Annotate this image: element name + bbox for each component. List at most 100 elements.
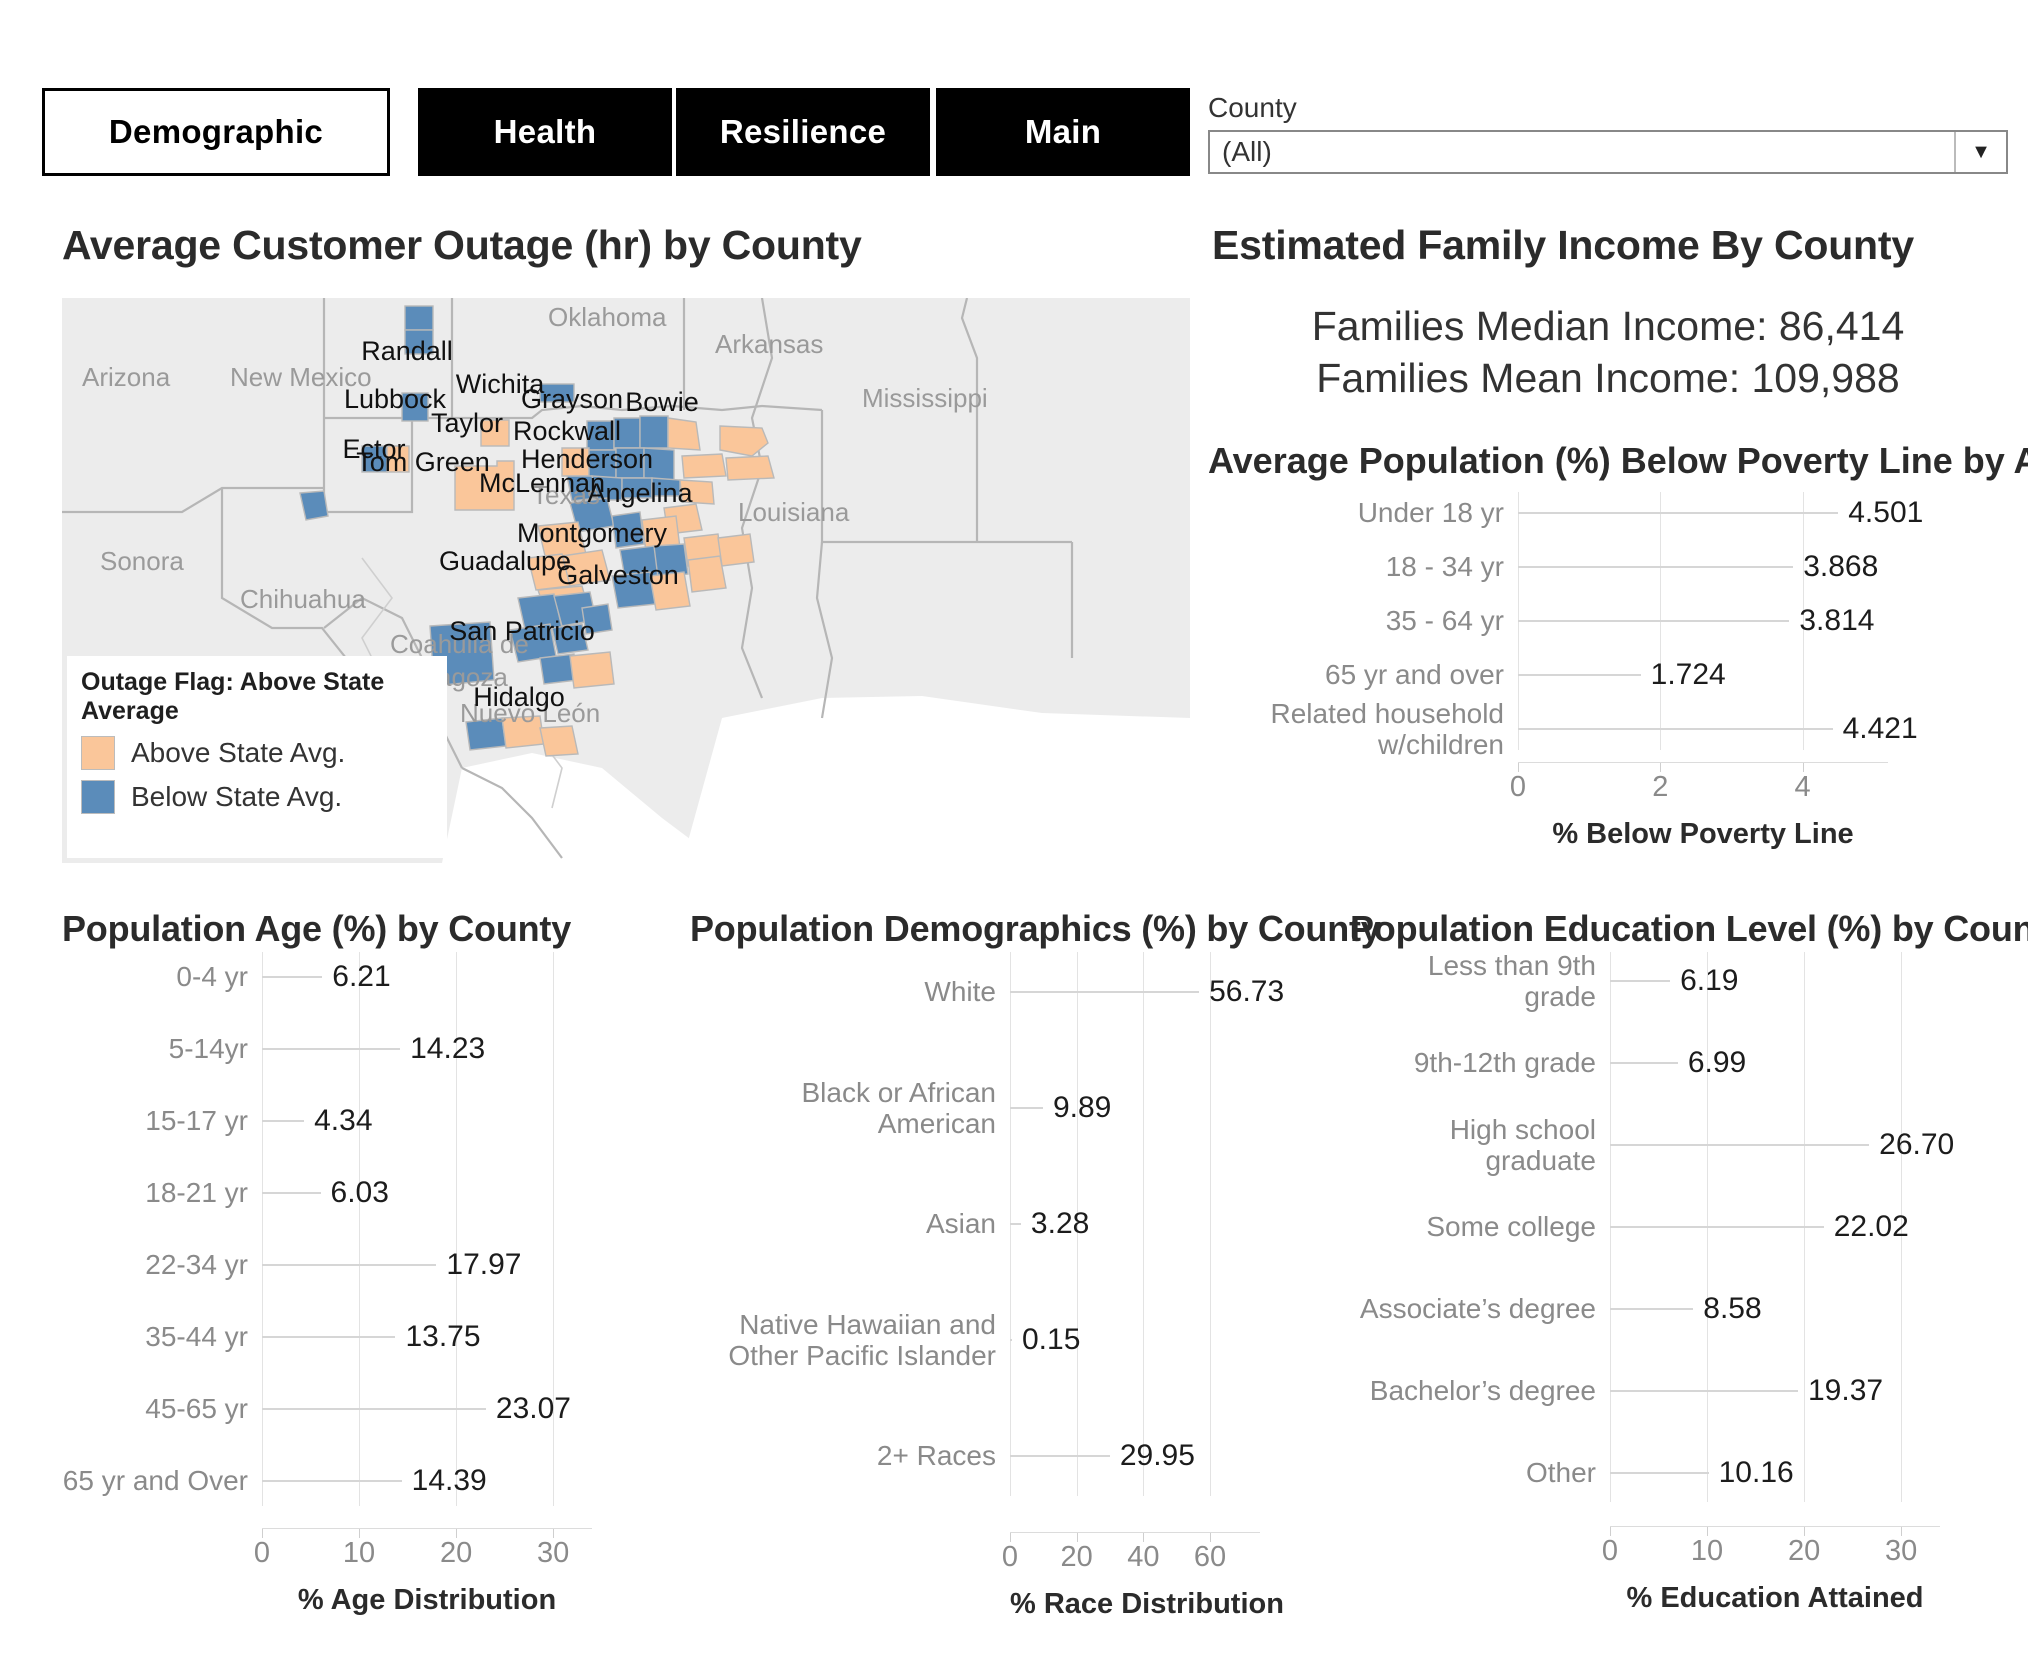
- bar-category-label: 5-14yr: [168, 1033, 248, 1065]
- education-bar-row[interactable]: Less than 9th grade 6.19: [1350, 950, 2010, 1012]
- bar[interactable]: [1010, 1223, 1021, 1225]
- poverty-bar-row[interactable]: Under 18 yr 4.501: [1208, 492, 2008, 534]
- education-bar-row[interactable]: Other 10.16: [1350, 1444, 2010, 1502]
- population-demographics-chart[interactable]: Population Demographics (%) by CountyWhi…: [690, 900, 1310, 1621]
- axis-tick-label: 10: [1690, 1535, 1724, 1567]
- tab-main[interactable]: Main: [936, 88, 1190, 176]
- bar[interactable]: [262, 1048, 401, 1050]
- map-county-label[interactable]: Taylor: [431, 408, 503, 438]
- bar[interactable]: [1518, 566, 1794, 568]
- bar[interactable]: [1010, 991, 1200, 993]
- families-median-income: Families Median Income: 86,414: [1311, 303, 1905, 349]
- top-navigation-bar: Demographic Health Resilience Main Count…: [0, 0, 2028, 190]
- bar[interactable]: [1518, 620, 1790, 622]
- bar[interactable]: [1518, 674, 1641, 676]
- poverty-bar-row[interactable]: 35 - 64 yr 3.814: [1208, 600, 2008, 642]
- bar[interactable]: [1010, 1455, 1110, 1457]
- age-bar-row[interactable]: 45-65 yr 23.07: [62, 1384, 662, 1434]
- bar[interactable]: [262, 1264, 437, 1266]
- map-county-label[interactable]: Randall: [361, 336, 453, 366]
- bar-track: 3.868: [1518, 550, 2008, 584]
- bar-value-label: 6.03: [330, 1176, 389, 1209]
- bar[interactable]: [262, 1336, 396, 1338]
- poverty-bar-row[interactable]: Related household w/children 4.421: [1208, 698, 2008, 760]
- map-county-label[interactable]: Hidalgo: [473, 682, 565, 712]
- map-county-label[interactable]: Bowie: [625, 387, 699, 417]
- age-bar-row[interactable]: 65 yr and Over 14.39: [62, 1456, 662, 1506]
- bar-value-label: 26.70: [1879, 1128, 1955, 1161]
- map-county-label[interactable]: Guadalupe: [439, 546, 571, 576]
- age-bar-row[interactable]: 5-14yr 14.23: [62, 1024, 662, 1074]
- bar[interactable]: [1518, 728, 1833, 730]
- county-filter-label: County: [1208, 92, 1297, 123]
- axis-tick-label: 20: [439, 1537, 473, 1569]
- bar[interactable]: [1610, 1308, 1694, 1310]
- bar[interactable]: [1610, 1062, 1678, 1064]
- map-county-label[interactable]: Tom Green: [356, 447, 490, 477]
- tab-resilience-label: Resilience: [719, 113, 887, 150]
- age-bar-row[interactable]: 22-34 yr 17.97: [62, 1240, 662, 1290]
- income-summary: Families Median Income: 86,414 Families …: [1208, 300, 2008, 405]
- bar[interactable]: [1610, 1472, 1709, 1474]
- bar[interactable]: [1518, 512, 1839, 514]
- education-bar-row[interactable]: Bachelor’s degree 19.37: [1350, 1362, 2010, 1420]
- poverty-by-age-chart[interactable]: Average Population (%) Below Poverty Lin…: [1208, 440, 2028, 851]
- demographics-bar-row[interactable]: Black or African American 9.89: [690, 1068, 1310, 1148]
- education-x-axis-title: % Education Attained: [1626, 1582, 1924, 1614]
- bar-category-label: 2+ Races: [876, 1440, 996, 1472]
- map-county-label[interactable]: Grayson: [521, 384, 623, 414]
- bar-category-label: Associate’s degree: [1359, 1293, 1596, 1325]
- age-bar-row[interactable]: 0-4 yr 6.21: [62, 952, 662, 1002]
- bar[interactable]: [1610, 1144, 1870, 1146]
- education-bar-row[interactable]: High school graduate 26.70: [1350, 1114, 2010, 1176]
- map-title: Average Customer Outage (hr) by County: [62, 222, 862, 268]
- bar[interactable]: [262, 976, 323, 978]
- legend-item-below-state-avg[interactable]: Below State Avg.: [81, 780, 433, 814]
- population-age-chart[interactable]: Population Age (%) by County 0-4 yr 6.21 5-…: [62, 900, 662, 1617]
- tab-demographic[interactable]: Demographic: [42, 88, 390, 176]
- map-county-label[interactable]: Galveston: [557, 560, 679, 590]
- map-state-label: Sonora: [100, 546, 184, 576]
- bar[interactable]: [262, 1408, 486, 1410]
- poverty-bar-row[interactable]: 65 yr and over 1.724: [1208, 654, 2008, 696]
- bar[interactable]: [1010, 1107, 1043, 1109]
- bar[interactable]: [1610, 980, 1671, 982]
- bar[interactable]: [262, 1192, 321, 1194]
- age-bar-row[interactable]: 18-21 yr 6.03: [62, 1168, 662, 1218]
- age-bar-row[interactable]: 15-17 yr 4.34: [62, 1096, 662, 1146]
- map-state-label: Oklahoma: [548, 302, 667, 332]
- demographics-bar-row[interactable]: 2+ Races 29.95: [690, 1416, 1310, 1496]
- outage-choropleth-map[interactable]: Arizona New Mexico Oklahoma Arkansas Mississ…: [62, 298, 1190, 863]
- population-education-chart[interactable]: Population Education Level (%) by County…: [1350, 900, 2010, 1615]
- tab-health[interactable]: Health: [418, 88, 672, 176]
- education-bar-row[interactable]: Some college 22.02: [1350, 1198, 2010, 1256]
- bar-value-label: 1.724: [1650, 658, 1726, 691]
- demographics-bar-row[interactable]: Native Hawaiian and Other Pacific Island…: [690, 1300, 1310, 1380]
- map-county-label[interactable]: Rockwall: [513, 416, 621, 446]
- county-dropdown[interactable]: (All) ▼: [1208, 130, 2008, 174]
- age-plot-area: 0-4 yr 6.21 5-14yr 14.23 15-17 yr 4.34 18-21 y…: [62, 952, 662, 1506]
- map-state-label: Louisiana: [738, 497, 850, 527]
- bar-track: 3.814: [1518, 604, 2008, 638]
- demographics-bar-row[interactable]: White 56.73: [690, 952, 1310, 1032]
- map-county-label[interactable]: San Patricio: [449, 616, 595, 646]
- legend-item-above-state-avg[interactable]: Above State Avg.: [81, 736, 433, 770]
- education-bar-row[interactable]: 9th-12th grade 6.99: [1350, 1034, 2010, 1092]
- map-county-label[interactable]: McLennan: [479, 468, 605, 498]
- legend-label-above: Above State Avg.: [131, 737, 346, 768]
- education-plot-area: Less than 9th grade 6.19 9th-12th grade 6.9…: [1350, 950, 2010, 1502]
- bar[interactable]: [1610, 1390, 1798, 1392]
- poverty-bar-row[interactable]: 18 - 34 yr 3.868: [1208, 546, 2008, 588]
- map-county-label[interactable]: Montgomery: [517, 518, 668, 548]
- education-bar-row[interactable]: Associate’s degree 8.58: [1350, 1280, 2010, 1338]
- bar[interactable]: [262, 1480, 402, 1482]
- axis-tick-label: 60: [1193, 1541, 1227, 1573]
- map-county-label[interactable]: Angelina: [587, 478, 693, 508]
- axis-tick-label: 20: [1060, 1541, 1093, 1573]
- bar[interactable]: [262, 1120, 305, 1122]
- bar[interactable]: [1610, 1226, 1824, 1228]
- chevron-down-icon[interactable]: ▼: [1954, 132, 2006, 172]
- age-bar-row[interactable]: 35-44 yr 13.75: [62, 1312, 662, 1362]
- tab-resilience[interactable]: Resilience: [676, 88, 930, 176]
- demographics-bar-row[interactable]: Asian 3.28: [690, 1184, 1310, 1264]
